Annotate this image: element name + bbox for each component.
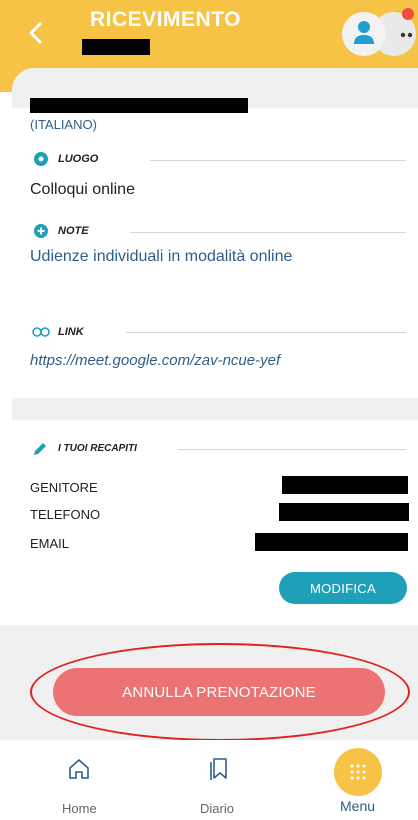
nav-item-diario[interactable]: Diario — [180, 746, 260, 820]
note-label: NOTE — [58, 225, 89, 237]
luogo-value: Colloqui online — [30, 181, 135, 198]
redacted-genitore — [282, 476, 408, 494]
edit-contacts-button[interactable]: MODIFICA — [279, 572, 407, 604]
nav-label-home: Home — [62, 801, 97, 816]
nav-label-diario: Diario — [200, 801, 234, 816]
nav-item-menu[interactable] — [334, 748, 382, 796]
redacted-subtitle — [82, 39, 150, 55]
redacted-email — [255, 533, 408, 551]
link-icon — [32, 327, 50, 337]
home-icon — [69, 759, 89, 779]
location-icon — [34, 152, 48, 166]
divider — [130, 232, 406, 233]
page: RICEVIMENTO (ITALIANO) LUOGO Colloqui on… — [0, 0, 418, 820]
divider — [178, 449, 406, 450]
notification-dot — [402, 8, 414, 20]
email-label: EMAIL — [30, 536, 70, 551]
language-text: (ITALIANO) — [30, 117, 97, 132]
redacted-teacher-name — [30, 98, 248, 113]
user-menu[interactable] — [342, 8, 416, 56]
grid-dots-icon — [350, 764, 366, 780]
telefono-label: TELEFONO — [30, 507, 101, 522]
divider — [150, 160, 406, 161]
pencil-icon — [34, 443, 46, 455]
chevron-left-icon — [29, 22, 42, 44]
add-note-icon — [34, 224, 48, 238]
contacts-label: I TUOI RECAPITI — [58, 443, 137, 454]
back-button[interactable] — [22, 18, 52, 48]
meeting-link[interactable]: https://meet.google.com/zav-ncue-yef — [30, 352, 280, 369]
redacted-telefono — [279, 503, 409, 521]
avatar[interactable] — [342, 12, 386, 56]
page-title: RICEVIMENTO — [90, 8, 241, 31]
note-value: Udienze individuali in modalità online — [30, 248, 293, 265]
genitore-label: GENITORE — [30, 480, 98, 495]
user-icon — [354, 21, 374, 44]
divider — [126, 332, 406, 333]
nav-item-home[interactable]: Home — [40, 746, 120, 820]
bookmark-icon — [210, 758, 227, 780]
nav-label-menu: Menu — [340, 798, 376, 814]
cancel-booking-button[interactable]: ANNULLA PRENOTAZIONE — [53, 668, 385, 716]
luogo-label: LUOGO — [58, 153, 99, 165]
link-label: LINK — [58, 326, 84, 338]
section-separator — [12, 398, 418, 420]
